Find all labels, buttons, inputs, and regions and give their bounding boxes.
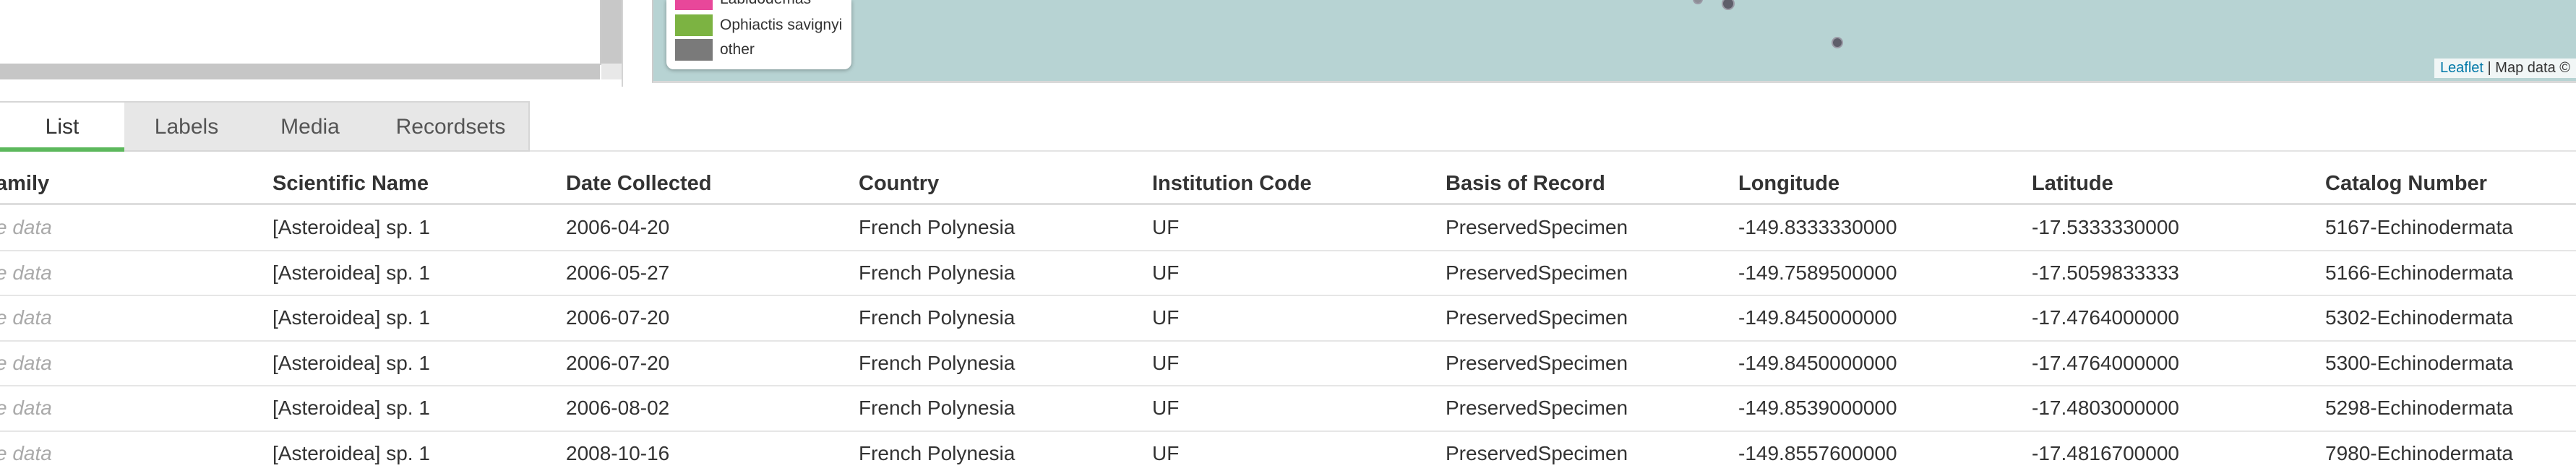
table-cell-country[interactable]: French Polynesia (859, 205, 1015, 250)
column-header-institution-code[interactable]: Institution Code (1152, 163, 1312, 204)
map-marker[interactable] (1693, 0, 1703, 4)
legend-item: Ophiactis savignyi (675, 14, 842, 36)
table-cell-latitude[interactable]: -17.5059833333 (2032, 251, 2179, 295)
column-header-basis-of-record[interactable]: Basis of Record (1446, 163, 1605, 204)
table-cell-scientific-name[interactable]: [Asteroidea] sp. 1 (272, 341, 430, 386)
legend-swatch (675, 0, 713, 10)
table-cell-scientific-name[interactable]: [Asteroidea] sp. 1 (272, 205, 430, 250)
table-cell-institution[interactable]: UF (1152, 341, 1179, 386)
table-cell-basis[interactable]: PreservedSpecimen (1446, 205, 1628, 250)
view-tabs: List Labels Media Recordsets (0, 101, 530, 152)
table-cell-catalog[interactable]: 5167-Echinodermata (2325, 205, 2513, 250)
column-header-scientific-name[interactable]: Scientific Name (272, 163, 429, 204)
table-cell-latitude[interactable]: -17.4764000000 (2032, 295, 2179, 340)
table-cell-family: e data (0, 442, 52, 464)
tab-media[interactable]: Media (249, 103, 372, 152)
legend-swatch (675, 14, 713, 36)
table-cell-family: e data (0, 261, 52, 284)
table-cell-family: e data (0, 306, 52, 329)
table-cell-date[interactable]: 2006-04-20 (566, 205, 669, 250)
table-cell-institution[interactable]: UF (1152, 205, 1179, 250)
table-cell-institution[interactable]: UF (1152, 386, 1179, 430)
legend-label: Ophiactis savignyi (720, 17, 843, 33)
table-cell-family: e data (0, 216, 52, 238)
table-cell-scientific-name[interactable]: [Asteroidea] sp. 1 (272, 386, 430, 430)
table-cell-institution[interactable]: UF (1152, 295, 1179, 340)
table-cell-catalog[interactable]: 5298-Echinodermata (2325, 386, 2513, 430)
table-cell-longitude[interactable]: -149.8450000000 (1738, 295, 1897, 340)
column-header-country[interactable]: Country (859, 163, 939, 204)
table-cell-catalog[interactable]: 5300-Echinodermata (2325, 341, 2513, 386)
map-marker[interactable] (1832, 37, 1843, 48)
tab-recordsets[interactable]: Recordsets (372, 103, 530, 152)
map-view[interactable]: Labidodemas Ophiactis savignyi other Lea… (652, 0, 2576, 83)
table-cell-longitude[interactable]: -149.7589500000 (1738, 251, 1897, 295)
table-cell-scientific-name[interactable]: [Asteroidea] sp. 1 (272, 251, 430, 295)
column-header-latitude[interactable]: Latitude (2032, 163, 2113, 204)
table-cell-institution[interactable]: UF (1152, 431, 1179, 476)
legend-item: Labidodemas (675, 0, 811, 10)
table-cell-basis[interactable]: PreservedSpecimen (1446, 386, 1628, 430)
map-legend: Labidodemas Ophiactis savignyi other (666, 0, 851, 69)
table-cell-date[interactable]: 2006-05-27 (566, 251, 669, 295)
column-header-catalog-number[interactable]: Catalog Number (2325, 163, 2487, 204)
legend-label: other (720, 41, 755, 58)
table-cell-date[interactable]: 2006-08-02 (566, 386, 669, 430)
table-cell-country[interactable]: French Polynesia (859, 295, 1015, 340)
table-cell-longitude[interactable]: -149.8557600000 (1738, 431, 1897, 476)
table-cell-scientific-name[interactable]: [Asteroidea] sp. 1 (272, 431, 430, 476)
map-attribution: Leaflet | Map data © (2434, 59, 2576, 78)
column-header-longitude[interactable]: Longitude (1738, 163, 1839, 204)
tabs-divider (530, 150, 2576, 152)
table-cell-catalog[interactable]: 5302-Echinodermata (2325, 295, 2513, 340)
legend-item: other (675, 39, 755, 61)
table-cell-basis[interactable]: PreservedSpecimen (1446, 295, 1628, 340)
table-cell-date[interactable]: 2008-10-16 (566, 431, 669, 476)
tab-labels[interactable]: Labels (124, 103, 249, 152)
table-cell-latitude[interactable]: -17.4764000000 (2032, 341, 2179, 386)
horizontal-scrollbar[interactable] (0, 64, 600, 79)
legend-swatch (675, 39, 713, 61)
table-cell-country[interactable]: French Polynesia (859, 341, 1015, 386)
table-cell-latitude[interactable]: -17.4803000000 (2032, 386, 2179, 430)
table-cell-basis[interactable]: PreservedSpecimen (1446, 341, 1628, 386)
tab-list[interactable]: List (0, 103, 124, 152)
table-cell-longitude[interactable]: -149.8539000000 (1738, 386, 1897, 430)
table-cell-catalog[interactable]: 5166-Echinodermata (2325, 251, 2513, 295)
results-panel (0, 0, 623, 87)
table-cell-date[interactable]: 2006-07-20 (566, 295, 669, 340)
map-marker[interactable] (1722, 0, 1735, 10)
table-cell-latitude[interactable]: -17.5333330000 (2032, 205, 2179, 250)
table-cell-longitude[interactable]: -149.8450000000 (1738, 341, 1897, 386)
table-cell-family: e data (0, 352, 52, 374)
scrollbar-corner (601, 64, 622, 79)
column-header-family[interactable]: amily (0, 163, 49, 204)
table-cell-basis[interactable]: PreservedSpecimen (1446, 251, 1628, 295)
table-cell-longitude[interactable]: -149.8333330000 (1738, 205, 1897, 250)
legend-label: Labidodemas (720, 0, 811, 8)
table-cell-scientific-name[interactable]: [Asteroidea] sp. 1 (272, 295, 430, 340)
table-cell-country[interactable]: French Polynesia (859, 386, 1015, 430)
table-cell-institution[interactable]: UF (1152, 251, 1179, 295)
vertical-scrollbar[interactable] (601, 0, 622, 64)
leaflet-link[interactable]: Leaflet (2440, 60, 2483, 76)
table-cell-catalog[interactable]: 7980-Echinodermata (2325, 431, 2513, 476)
attribution-text: | Map data © (2483, 60, 2570, 76)
table-cell-family: e data (0, 397, 52, 419)
table-cell-country[interactable]: French Polynesia (859, 431, 1015, 476)
results-panel-content (0, 0, 601, 65)
table-cell-country[interactable]: French Polynesia (859, 251, 1015, 295)
table-cell-latitude[interactable]: -17.4816700000 (2032, 431, 2179, 476)
table-cell-date[interactable]: 2006-07-20 (566, 341, 669, 386)
table-cell-basis[interactable]: PreservedSpecimen (1446, 431, 1628, 476)
column-header-date-collected[interactable]: Date Collected (566, 163, 711, 204)
